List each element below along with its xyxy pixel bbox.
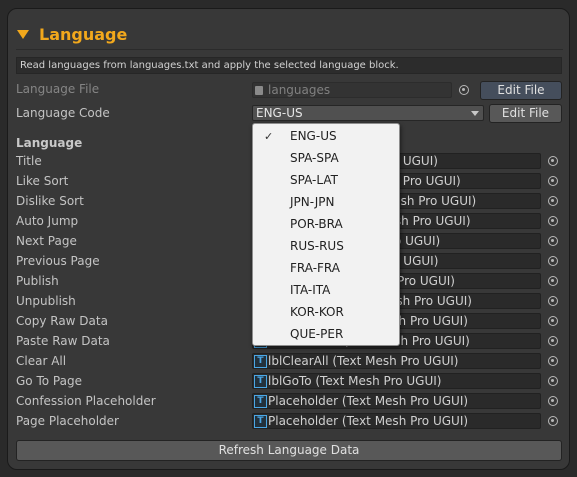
row-label: Confession Placeholder <box>16 394 156 408</box>
foldout-triangle-icon[interactable] <box>17 30 29 39</box>
row-label: Page Placeholder <box>16 414 119 428</box>
text-mesh-pro-icon: T <box>254 415 267 428</box>
menu-option[interactable]: SPA-SPA <box>290 148 339 168</box>
row-label: Paste Raw Data <box>16 334 110 348</box>
edit-file-button-2[interactable]: Edit File <box>489 104 562 123</box>
row-object-value: Placeholder (Text Mesh Pro UGUI) <box>268 394 469 408</box>
object-picker-icon <box>547 315 558 326</box>
row-object-picker[interactable] <box>545 413 560 428</box>
object-picker-icon <box>547 195 558 206</box>
menu-option[interactable]: KOR-KOR <box>290 302 344 322</box>
text-mesh-pro-icon: T <box>254 355 267 368</box>
row-object-value: lblClearAll (Text Mesh Pro UGUI) <box>268 354 459 368</box>
language-file-field[interactable]: languages <box>252 82 452 98</box>
row-object-picker[interactable] <box>545 233 560 248</box>
language-file-label: Language File <box>16 82 100 96</box>
row-label: Go To Page <box>16 374 82 388</box>
menu-option[interactable]: FRA-FRA <box>290 258 340 278</box>
menu-option[interactable]: QUE-PER <box>290 324 343 344</box>
row-object-picker[interactable] <box>545 253 560 268</box>
language-code-dropdown[interactable]: ENG-US <box>252 105 484 121</box>
dropdown-arrow-icon <box>471 111 479 116</box>
menu-option[interactable]: ENG-US <box>290 126 337 146</box>
row-object-field[interactable]: TlblGoTo (Text Mesh Pro UGUI) <box>252 373 541 389</box>
text-asset-icon <box>255 86 263 95</box>
row-object-picker[interactable] <box>545 313 560 328</box>
object-picker-icon <box>547 175 558 186</box>
row-label: Previous Page <box>16 254 100 268</box>
text-mesh-pro-icon: T <box>254 375 267 388</box>
language-code-label: Language Code <box>16 106 110 120</box>
row-object-picker[interactable] <box>545 373 560 388</box>
header-divider <box>16 49 563 50</box>
row-label: Auto Jump <box>16 214 79 228</box>
language-group-label: Language <box>16 136 83 150</box>
row-label: Like Sort <box>16 174 69 188</box>
object-picker-icon <box>547 355 558 366</box>
row-object-field[interactable]: T Placeholder (Text Mesh Pro UGUI) <box>252 413 541 429</box>
edit-file-button-1[interactable]: Edit File <box>480 81 562 100</box>
row-object-picker[interactable] <box>545 393 560 408</box>
row-object-picker[interactable] <box>545 173 560 188</box>
section-header[interactable]: Language <box>17 22 127 46</box>
menu-option[interactable]: POR-BRA <box>290 214 343 234</box>
object-picker-icon <box>547 275 558 286</box>
info-box: Read languages from languages.txt and ap… <box>16 57 562 74</box>
language-file-picker[interactable] <box>456 82 471 97</box>
row-object-field[interactable]: TlblClearAll (Text Mesh Pro UGUI) <box>252 353 541 369</box>
menu-option[interactable]: ITA-ITA <box>290 280 330 300</box>
row-object-picker[interactable] <box>545 213 560 228</box>
menu-option[interactable]: JPN-JPN <box>290 192 335 212</box>
row-object-picker[interactable] <box>545 153 560 168</box>
row-label: Copy Raw Data <box>16 314 108 328</box>
row-object-value: Placeholder (Text Mesh Pro UGUI) <box>268 414 469 428</box>
row-label: Clear All <box>16 354 67 368</box>
language-code-menu: ✓ ENG-US SPA-SPA SPA-LAT JPN-JPN POR-BRA RUS-R… <box>252 123 400 346</box>
object-picker-icon <box>547 215 558 226</box>
menu-option[interactable]: SPA-LAT <box>290 170 338 190</box>
row-label: Title <box>16 154 42 168</box>
section-title: Language <box>39 24 128 44</box>
row-object-picker[interactable] <box>545 273 560 288</box>
row-object-picker[interactable] <box>545 333 560 348</box>
menu-option[interactable]: RUS-RUS <box>290 236 344 256</box>
row-label: Next Page <box>16 234 77 248</box>
object-picker-icon <box>547 255 558 266</box>
object-picker-icon <box>547 395 558 406</box>
object-picker-icon <box>547 375 558 386</box>
object-picker-icon <box>547 415 558 426</box>
row-label: Publish <box>16 274 59 288</box>
refresh-language-data-button[interactable]: Refresh Language Data <box>16 440 562 461</box>
row-object-picker[interactable] <box>545 193 560 208</box>
text-mesh-pro-icon: T <box>254 395 267 408</box>
object-picker-icon <box>547 155 558 166</box>
row-label: Unpublish <box>16 294 76 308</box>
object-picker-icon <box>547 295 558 306</box>
object-picker-icon <box>547 235 558 246</box>
row-label: Dislike Sort <box>16 194 84 208</box>
checkmark-icon: ✓ <box>264 130 274 143</box>
language-code-value: ENG-US <box>256 106 303 120</box>
object-picker-icon <box>458 84 469 95</box>
row-object-picker[interactable] <box>545 293 560 308</box>
row-object-picker[interactable] <box>545 353 560 368</box>
row-object-field[interactable]: T Placeholder (Text Mesh Pro UGUI) <box>252 393 541 409</box>
object-picker-icon <box>547 335 558 346</box>
language-file-value: languages <box>268 83 331 97</box>
row-object-value: lblGoTo (Text Mesh Pro UGUI) <box>268 374 442 388</box>
